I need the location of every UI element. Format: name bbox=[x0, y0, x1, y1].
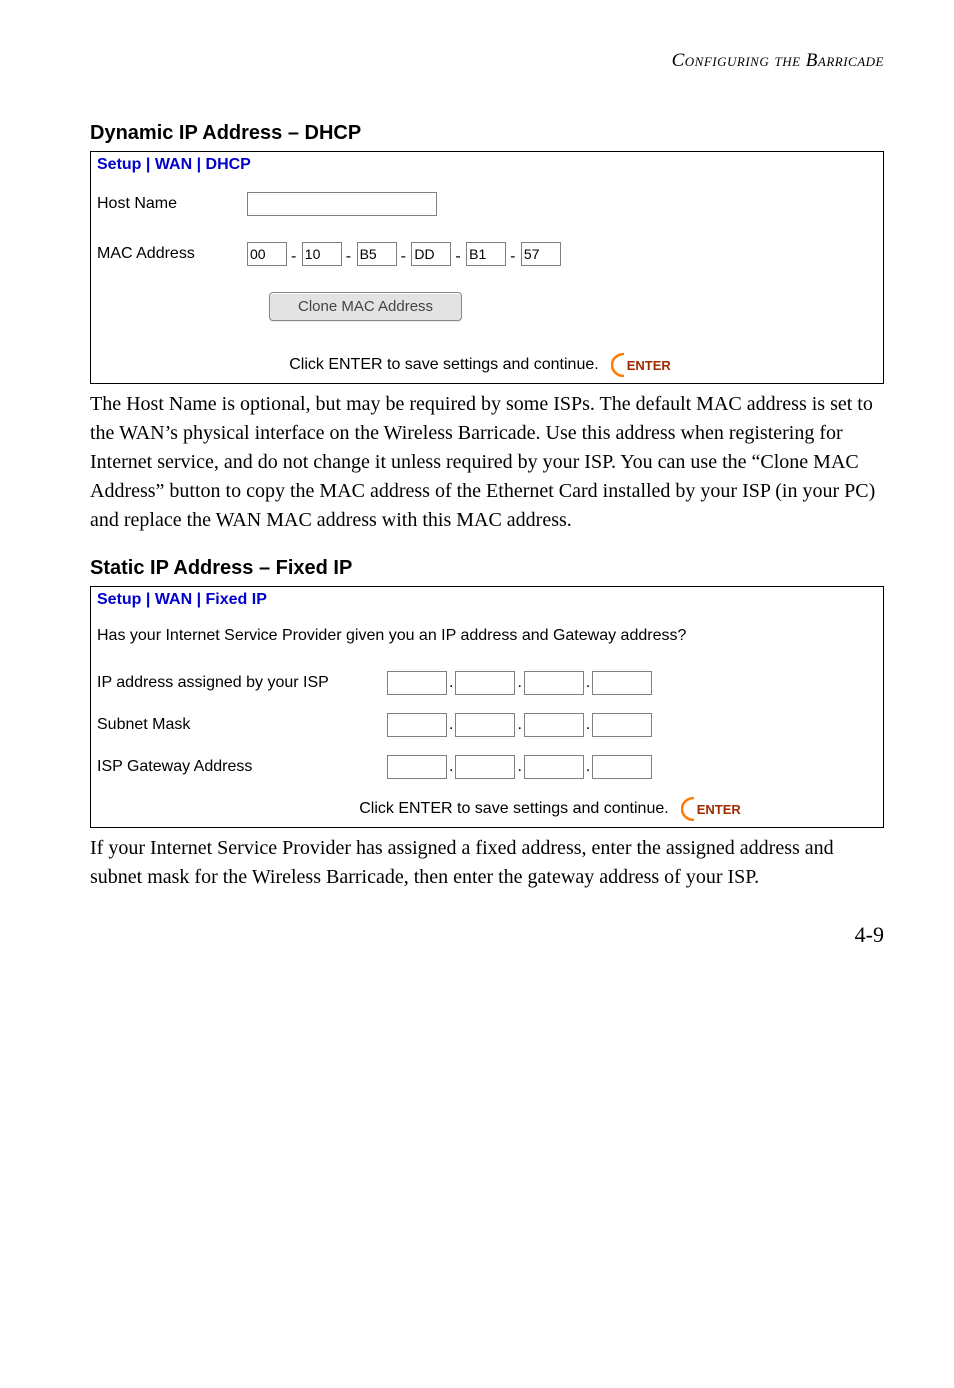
gw-octet-3[interactable] bbox=[524, 755, 584, 779]
enter-button[interactable]: ENTER bbox=[607, 353, 681, 377]
ip-dot: . bbox=[449, 716, 453, 734]
ip-dot: . bbox=[517, 758, 521, 776]
mac-sep: - bbox=[510, 248, 515, 265]
mac-octet-1[interactable] bbox=[247, 242, 287, 266]
enter-label: ENTER bbox=[697, 802, 741, 817]
breadcrumb: Setup | WAN | Fixed IP bbox=[97, 591, 873, 609]
fixed-ip-panel: Setup | WAN | Fixed IP Has your Internet… bbox=[90, 586, 884, 828]
host-name-row: Host Name bbox=[97, 192, 873, 216]
mask-octet-2[interactable] bbox=[455, 713, 515, 737]
gateway-label: ISP Gateway Address bbox=[97, 758, 387, 776]
ip-dot: . bbox=[586, 674, 590, 692]
mac-octet-2[interactable] bbox=[302, 242, 342, 266]
save-text: Click ENTER to save settings and continu… bbox=[289, 356, 598, 374]
breadcrumb: Setup | WAN | DHCP bbox=[97, 156, 873, 174]
ip-address-row: IP address assigned by your ISP . . . bbox=[97, 671, 873, 695]
running-header: Configuring the Barricade bbox=[90, 50, 884, 72]
ip-octet-2[interactable] bbox=[455, 671, 515, 695]
ip-dot: . bbox=[449, 674, 453, 692]
dhcp-description: The Host Name is optional, but may be re… bbox=[90, 390, 884, 535]
enter-arc-icon bbox=[681, 797, 695, 821]
subnet-mask-row: Subnet Mask . . . bbox=[97, 713, 873, 737]
ip-dot: . bbox=[449, 758, 453, 776]
gw-octet-4[interactable] bbox=[592, 755, 652, 779]
save-text: Click ENTER to save settings and continu… bbox=[359, 800, 668, 818]
ip-dot: . bbox=[517, 674, 521, 692]
ip-dot: . bbox=[586, 716, 590, 734]
mac-address-row: MAC Address - - - - - bbox=[97, 242, 873, 266]
dhcp-save-row: Click ENTER to save settings and continu… bbox=[97, 353, 873, 377]
mac-octet-3[interactable] bbox=[357, 242, 397, 266]
mac-fields: - - - - - bbox=[247, 242, 561, 266]
isp-question: Has your Internet Service Provider given… bbox=[97, 627, 873, 645]
fixed-ip-heading: Static IP Address – Fixed IP bbox=[90, 557, 884, 580]
mac-octet-6[interactable] bbox=[521, 242, 561, 266]
enter-arc-icon bbox=[611, 353, 625, 377]
enter-button[interactable]: ENTER bbox=[677, 797, 751, 821]
mac-sep: - bbox=[346, 248, 351, 265]
host-name-label: Host Name bbox=[97, 195, 247, 213]
dhcp-panel: Setup | WAN | DHCP Host Name MAC Address… bbox=[90, 151, 884, 384]
gw-octet-2[interactable] bbox=[455, 755, 515, 779]
subnet-mask-label: Subnet Mask bbox=[97, 716, 387, 734]
fixed-save-row: Click ENTER to save settings and continu… bbox=[97, 797, 873, 821]
ip-octet-4[interactable] bbox=[592, 671, 652, 695]
clone-mac-button[interactable]: Clone MAC Address bbox=[269, 292, 462, 321]
page-number: 4-9 bbox=[90, 922, 884, 948]
ip-octet-1[interactable] bbox=[387, 671, 447, 695]
mask-octet-1[interactable] bbox=[387, 713, 447, 737]
ip-dot: . bbox=[517, 716, 521, 734]
mac-octet-4[interactable] bbox=[411, 242, 451, 266]
gateway-row: ISP Gateway Address . . . bbox=[97, 755, 873, 779]
mask-octet-3[interactable] bbox=[524, 713, 584, 737]
mac-sep: - bbox=[455, 248, 460, 265]
enter-label: ENTER bbox=[627, 358, 671, 373]
ip-address-label: IP address assigned by your ISP bbox=[97, 674, 387, 692]
mac-address-label: MAC Address bbox=[97, 245, 247, 263]
ip-dot: . bbox=[586, 758, 590, 776]
fixed-ip-description: If your Internet Service Provider has as… bbox=[90, 834, 884, 892]
mask-octet-4[interactable] bbox=[592, 713, 652, 737]
dhcp-heading: Dynamic IP Address – DHCP bbox=[90, 122, 884, 145]
host-name-input[interactable] bbox=[247, 192, 437, 216]
mac-octet-5[interactable] bbox=[466, 242, 506, 266]
mac-sep: - bbox=[291, 248, 296, 265]
gw-octet-1[interactable] bbox=[387, 755, 447, 779]
ip-octet-3[interactable] bbox=[524, 671, 584, 695]
mac-sep: - bbox=[401, 248, 406, 265]
